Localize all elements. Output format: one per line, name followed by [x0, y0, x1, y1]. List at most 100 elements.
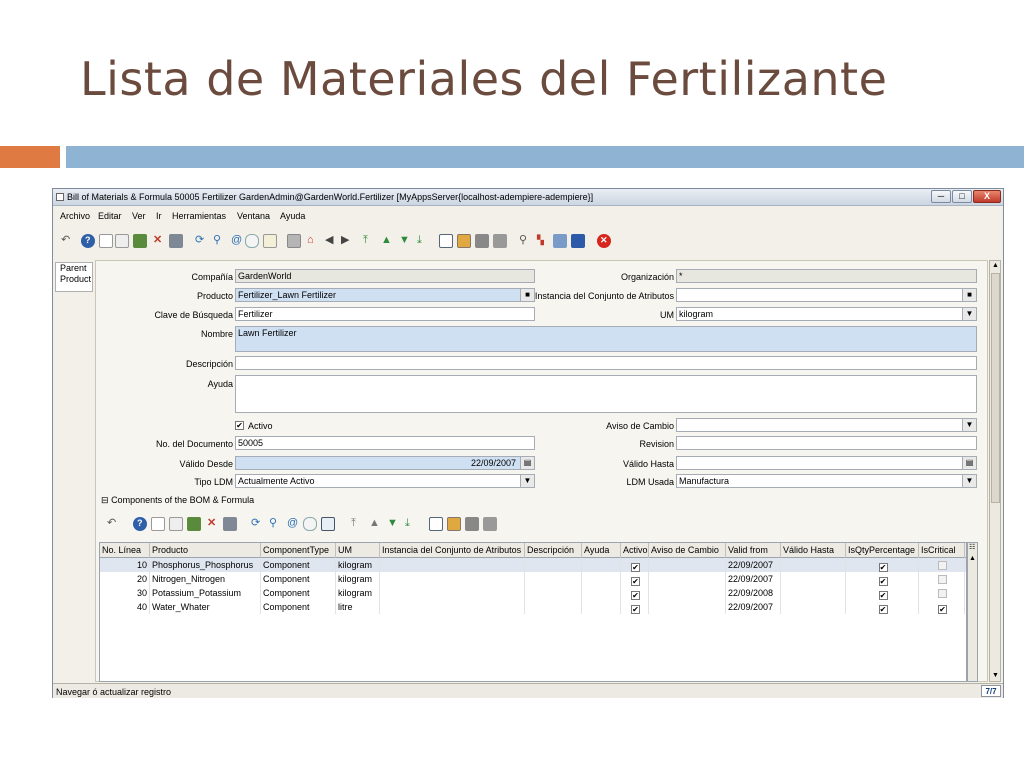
table-row[interactable]: 30 Potassium_Potassium Component kilogram ✔ 2… [100, 586, 966, 600]
detail-attachment-icon[interactable]: @ [285, 517, 299, 531]
checked-icon[interactable]: ✔ [878, 577, 888, 586]
home-icon[interactable]: ⌂ [305, 234, 319, 248]
checked-icon[interactable]: ✔ [878, 563, 888, 572]
checked-icon[interactable]: ✔ [631, 605, 640, 614]
detail-print-preview-icon[interactable] [465, 517, 479, 531]
nombre-field[interactable]: Lawn Fertilizer [235, 326, 977, 352]
cell-ayuda[interactable] [582, 558, 621, 572]
checked-icon[interactable]: ✔ [938, 605, 947, 614]
valido-hasta-calendar-icon[interactable]: ▤ [962, 457, 976, 469]
detail-chat-icon[interactable] [303, 517, 317, 531]
delete-icon[interactable]: ✕ [151, 234, 165, 248]
collapse-icon[interactable]: ⊟ [101, 495, 109, 505]
cell-isqtypercentage[interactable]: ✔ [846, 600, 919, 614]
close-button[interactable]: X [973, 190, 1001, 203]
zoom-across-icon[interactable]: ⚲ [517, 234, 531, 248]
cell-iscritical[interactable]: ✔ [919, 600, 965, 614]
cell-isqtypercentage[interactable]: ✔ [846, 572, 919, 586]
detail-icon[interactable]: ▶ [339, 234, 353, 248]
detail-help-icon[interactable]: ? [133, 517, 147, 531]
cell-product[interactable]: Nitrogen_Nitrogen [150, 572, 261, 586]
scroll-down-icon[interactable]: ▼ [991, 671, 1000, 680]
archive-icon[interactable] [457, 234, 471, 248]
cell-isqtypercentage[interactable]: ✔ [846, 558, 919, 572]
compania-field[interactable]: GardenWorld [235, 269, 535, 283]
detail-last-record-icon[interactable]: ⤓ [403, 517, 417, 531]
cell-iscritical[interactable] [919, 558, 965, 572]
producto-field[interactable]: Fertilizer_Lawn Fertilizer ■ [235, 288, 535, 302]
col-activo[interactable]: Activo [621, 543, 649, 558]
minimize-button[interactable]: ─ [931, 190, 951, 203]
scroll-up-icon[interactable]: ▲ [991, 261, 1000, 270]
cell-type[interactable]: Component [261, 572, 336, 586]
record-count[interactable]: 7/7 [981, 685, 1001, 697]
cell-product[interactable]: Water_Whater [150, 600, 261, 614]
table-scroll-up-icon[interactable]: ▲ [969, 555, 976, 562]
col-no-linea[interactable]: No. Línea [100, 543, 150, 558]
detail-refresh-icon[interactable]: ⟳ [249, 517, 263, 531]
chat-icon[interactable] [245, 234, 259, 248]
table-scrollbar[interactable]: ☷ ▲ [967, 542, 978, 682]
cell-activo[interactable]: ✔ [621, 586, 649, 600]
cell-aviso[interactable] [649, 600, 726, 614]
report-icon[interactable] [439, 234, 453, 248]
unchecked-icon[interactable] [938, 589, 947, 598]
cell-isqtypercentage[interactable]: ✔ [846, 586, 919, 600]
cell-ayuda[interactable] [582, 600, 621, 614]
print-preview-icon[interactable] [475, 234, 489, 248]
detail-first-record-icon[interactable]: ⤒ [349, 517, 363, 531]
cell-valido-hasta[interactable] [781, 558, 846, 572]
menu-ventana[interactable]: Ventana [237, 211, 270, 221]
col-isqtypercentage[interactable]: IsQtyPercentage [846, 543, 919, 558]
menu-ir[interactable]: Ir [156, 211, 162, 221]
cell-iscritical[interactable] [919, 586, 965, 600]
cell-product[interactable]: Potassium_Potassium [150, 586, 261, 600]
detail-undo-icon[interactable]: ↶ [105, 517, 119, 531]
cell-product[interactable]: Phosphorus_Phosphorus [150, 558, 261, 572]
scroll-thumb[interactable] [991, 273, 1000, 503]
first-record-icon[interactable]: ⤒ [361, 234, 375, 248]
cell-aviso[interactable] [649, 586, 726, 600]
close-window-icon[interactable]: ✕ [597, 234, 611, 248]
unchecked-icon[interactable] [938, 561, 947, 570]
aviso-select[interactable]: ▼ [676, 418, 977, 432]
checked-icon[interactable]: ✔ [631, 563, 640, 572]
checked-icon[interactable]: ✔ [631, 591, 640, 600]
cell-activo[interactable]: ✔ [621, 558, 649, 572]
cell-descripcion[interactable] [525, 600, 582, 614]
history-icon[interactable] [287, 234, 301, 248]
workflow-icon[interactable]: ▚ [535, 234, 549, 248]
col-componenttype[interactable]: ComponentType [261, 543, 336, 558]
col-valid-from[interactable]: Valid from [726, 543, 781, 558]
new-multi-icon[interactable] [133, 234, 147, 248]
detail-delete-icon[interactable]: ✕ [205, 517, 219, 531]
parent-icon[interactable]: ◀ [323, 234, 337, 248]
detail-save-icon[interactable] [223, 517, 237, 531]
cell-instancia[interactable] [380, 558, 525, 572]
next-record-icon[interactable]: ▼ [397, 234, 411, 248]
descripcion-field[interactable] [235, 356, 977, 370]
cell-valido-hasta[interactable] [781, 572, 846, 586]
cell-activo[interactable]: ✔ [621, 572, 649, 586]
revision-field[interactable] [676, 436, 977, 450]
cell-descripcion[interactable] [525, 572, 582, 586]
cell-aviso[interactable] [649, 572, 726, 586]
cell-valido-hasta[interactable] [781, 600, 846, 614]
cell-descripcion[interactable] [525, 586, 582, 600]
cell-instancia[interactable] [380, 586, 525, 600]
detail-new-multi-icon[interactable] [187, 517, 201, 531]
cell-line[interactable]: 40 [100, 600, 150, 614]
cell-activo[interactable]: ✔ [621, 600, 649, 614]
cell-ayuda[interactable] [582, 572, 621, 586]
aviso-dropdown-icon[interactable]: ▼ [962, 419, 976, 431]
valido-desde-field[interactable]: 22/09/2007 ▤ [235, 456, 535, 470]
copy-record-icon[interactable] [115, 234, 129, 248]
col-descripcion[interactable]: Descripción [525, 543, 582, 558]
cell-valido-hasta[interactable] [781, 586, 846, 600]
grid-toggle-icon[interactable] [263, 234, 277, 248]
components-section-header[interactable]: ⊟ Components of the BOM & Formula [101, 495, 254, 506]
menu-herramientas[interactable]: Herramientas [172, 211, 226, 221]
ldm-usada-select[interactable]: Manufactura ▼ [676, 474, 977, 488]
checked-icon[interactable]: ✔ [631, 577, 640, 586]
table-row[interactable]: 40 Water_Whater Component litre ✔ 22/09/2007 ✔… [100, 600, 966, 614]
